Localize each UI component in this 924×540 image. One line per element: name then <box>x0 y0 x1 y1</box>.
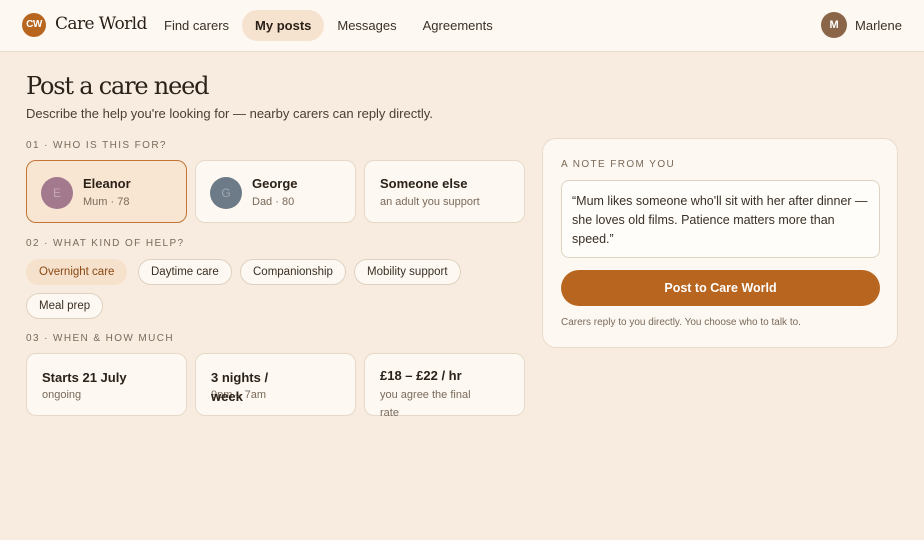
user-name[interactable]: Marlene <box>855 18 902 33</box>
schedule-card[interactable]: 9pm – 7am 3 nights / week <box>195 353 356 416</box>
page-title: Post a care need <box>26 72 209 100</box>
person-name: Someone else <box>380 176 468 191</box>
person-card-someone-else[interactable]: Someone else an adult you support <box>364 160 525 223</box>
person-avatar-george: G <box>210 177 242 209</box>
schedule-title: 3 nights / week <box>211 370 269 404</box>
person-name: Eleanor <box>83 176 131 191</box>
rate-title: £18 – £22 / hr <box>380 368 462 383</box>
nav-messages[interactable]: Messages <box>324 10 409 41</box>
person-meta: Mum · 78 <box>83 196 130 208</box>
chip-overnight-care[interactable]: Overnight care <box>26 259 128 285</box>
rate-card[interactable]: £18 – £22 / hr you agree the final rate <box>364 353 525 419</box>
post-button[interactable]: Post to Care World <box>561 270 880 306</box>
start-date-title: Starts 21 July <box>42 370 127 385</box>
page-subtitle: Describe the help you're looking for — n… <box>26 106 433 121</box>
nav-my-posts[interactable]: My posts <box>242 10 325 41</box>
person-name: George <box>252 176 298 191</box>
start-date-meta: ongoing <box>42 389 82 401</box>
person-card-george[interactable]: G George Dad · 80 <box>195 160 356 223</box>
user-menu[interactable]: M Marlene <box>821 12 902 38</box>
brand-name[interactable]: Care World <box>55 14 147 34</box>
person-avatar-eleanor: E <box>41 177 73 209</box>
note-label: A NOTE FROM YOU <box>561 159 676 170</box>
note-textarea[interactable]: “Mum likes someone who'll sit with her a… <box>561 180 880 258</box>
rate-meta: you agree the final rate <box>380 389 471 419</box>
section-when-label: 03 · WHEN & HOW MUCH <box>26 333 174 344</box>
avatar[interactable]: M <box>821 12 848 38</box>
start-date-card[interactable]: ongoing Starts 21 July <box>26 353 187 416</box>
person-card-eleanor[interactable]: E Eleanor Mum · 78 <box>26 160 187 223</box>
chip-daytime-care[interactable]: Daytime care <box>138 259 232 285</box>
chip-mobility-support[interactable]: Mobility support <box>354 259 461 285</box>
nav-find-carers[interactable]: Find carers <box>151 10 242 41</box>
section-who-label: 01 · WHO IS THIS FOR? <box>26 140 167 151</box>
chip-meal-prep[interactable]: Meal prep <box>26 293 104 319</box>
chip-companionship[interactable]: Companionship <box>240 259 346 285</box>
nav-agreements[interactable]: Agreements <box>410 10 506 41</box>
logo-icon[interactable]: CW <box>22 13 46 37</box>
note-footer: Carers reply to you directly. You choose… <box>561 317 801 328</box>
section-help-label: 02 · WHAT KIND OF HELP? <box>26 238 185 249</box>
person-meta: an adult you support <box>380 196 480 208</box>
person-meta: Dad · 80 <box>252 196 295 208</box>
top-bar: CW Care World Find carers My posts Messa… <box>0 0 924 52</box>
main-nav: Find carers My posts Messages Agreements <box>151 10 506 41</box>
note-panel: A NOTE FROM YOU “Mum likes someone who'l… <box>542 138 898 348</box>
